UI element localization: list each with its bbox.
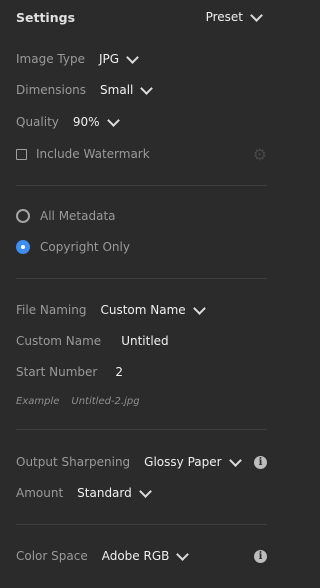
metadata-option-copyright[interactable]: Copyright Only xyxy=(16,237,267,257)
file-naming-select[interactable]: Custom Name xyxy=(100,301,209,317)
output-sharpening-value: Glossy Paper xyxy=(144,455,222,469)
color-space-row: Color Space Adobe RGB i xyxy=(16,546,267,566)
output-sharpening-row: Output Sharpening Glossy Paper i xyxy=(16,452,267,472)
metadata-option-label: Copyright Only xyxy=(40,240,130,254)
preset-dropdown[interactable]: Preset xyxy=(205,8,267,24)
info-icon[interactable]: i xyxy=(254,455,267,469)
dimensions-select[interactable]: Small xyxy=(100,81,157,97)
chevron-down-icon xyxy=(192,301,206,315)
image-type-row: Image Type JPG xyxy=(16,49,267,69)
quality-value: 90% xyxy=(72,115,100,129)
example-label: Example xyxy=(16,395,60,407)
file-naming-row: File Naming Custom Name xyxy=(16,300,267,320)
image-type-label: Image Type xyxy=(16,52,85,66)
watermark-label: Include Watermark xyxy=(36,147,150,161)
metadata-option-all[interactable]: All Metadata xyxy=(16,206,267,226)
output-sharpening-select[interactable]: Glossy Paper xyxy=(144,453,245,469)
chevron-down-icon xyxy=(228,453,242,467)
dimensions-label: Dimensions xyxy=(16,83,87,97)
settings-panel: Settings Preset Image Type JPG Dimension… xyxy=(0,0,283,588)
chevron-down-icon xyxy=(126,50,139,64)
amount-select[interactable]: Standard xyxy=(77,484,156,500)
dimensions-row: Dimensions Small xyxy=(16,80,267,100)
custom-name-row: Custom Name Untitled xyxy=(16,331,267,351)
quality-select[interactable]: 90% xyxy=(72,113,124,129)
quality-label: Quality xyxy=(16,115,59,129)
custom-name-field[interactable]: Untitled xyxy=(121,334,168,348)
divider xyxy=(16,185,267,186)
info-icon[interactable]: i xyxy=(254,549,267,563)
radio-all-metadata[interactable] xyxy=(16,209,30,223)
example-row: Example Untitled-2.jpg xyxy=(16,391,267,411)
file-naming-value: Custom Name xyxy=(100,303,186,317)
chevron-down-icon xyxy=(138,484,152,498)
amount-value: Standard xyxy=(77,486,132,500)
color-space-label: Color Space xyxy=(16,549,88,563)
chevron-down-icon xyxy=(176,547,190,561)
custom-name-label: Custom Name xyxy=(16,334,102,348)
header: Settings Preset xyxy=(16,7,267,27)
start-number-row: Start Number 2 xyxy=(16,362,267,382)
divider xyxy=(16,524,267,525)
amount-label: Amount xyxy=(16,486,64,500)
color-space-value: Adobe RGB xyxy=(101,549,170,563)
image-type-value: JPG xyxy=(98,52,120,66)
color-space-select[interactable]: Adobe RGB xyxy=(101,547,194,563)
radio-copyright-only[interactable] xyxy=(16,240,30,254)
image-type-select[interactable]: JPG xyxy=(98,50,143,66)
amount-row: Amount Standard xyxy=(16,483,267,503)
quality-row: Quality 90% xyxy=(16,112,267,132)
watermark-row: Include Watermark ⚙ xyxy=(16,144,267,164)
metadata-option-label: All Metadata xyxy=(40,209,116,223)
example-value: Untitled-2.jpg xyxy=(71,395,140,407)
dimensions-value: Small xyxy=(100,83,134,97)
watermark-checkbox[interactable] xyxy=(16,148,27,160)
start-number-field[interactable]: 2 xyxy=(115,365,123,379)
preset-label: Preset xyxy=(205,10,243,24)
divider xyxy=(16,278,267,279)
chevron-down-icon xyxy=(250,8,263,22)
chevron-down-icon xyxy=(106,113,120,127)
chevron-down-icon xyxy=(140,81,154,95)
file-naming-label: File Naming xyxy=(16,303,87,317)
divider xyxy=(16,429,267,430)
page-title: Settings xyxy=(16,9,76,25)
start-number-label: Start Number xyxy=(16,365,98,379)
output-sharpening-label: Output Sharpening xyxy=(16,455,131,469)
gear-icon[interactable]: ⚙ xyxy=(253,145,267,164)
